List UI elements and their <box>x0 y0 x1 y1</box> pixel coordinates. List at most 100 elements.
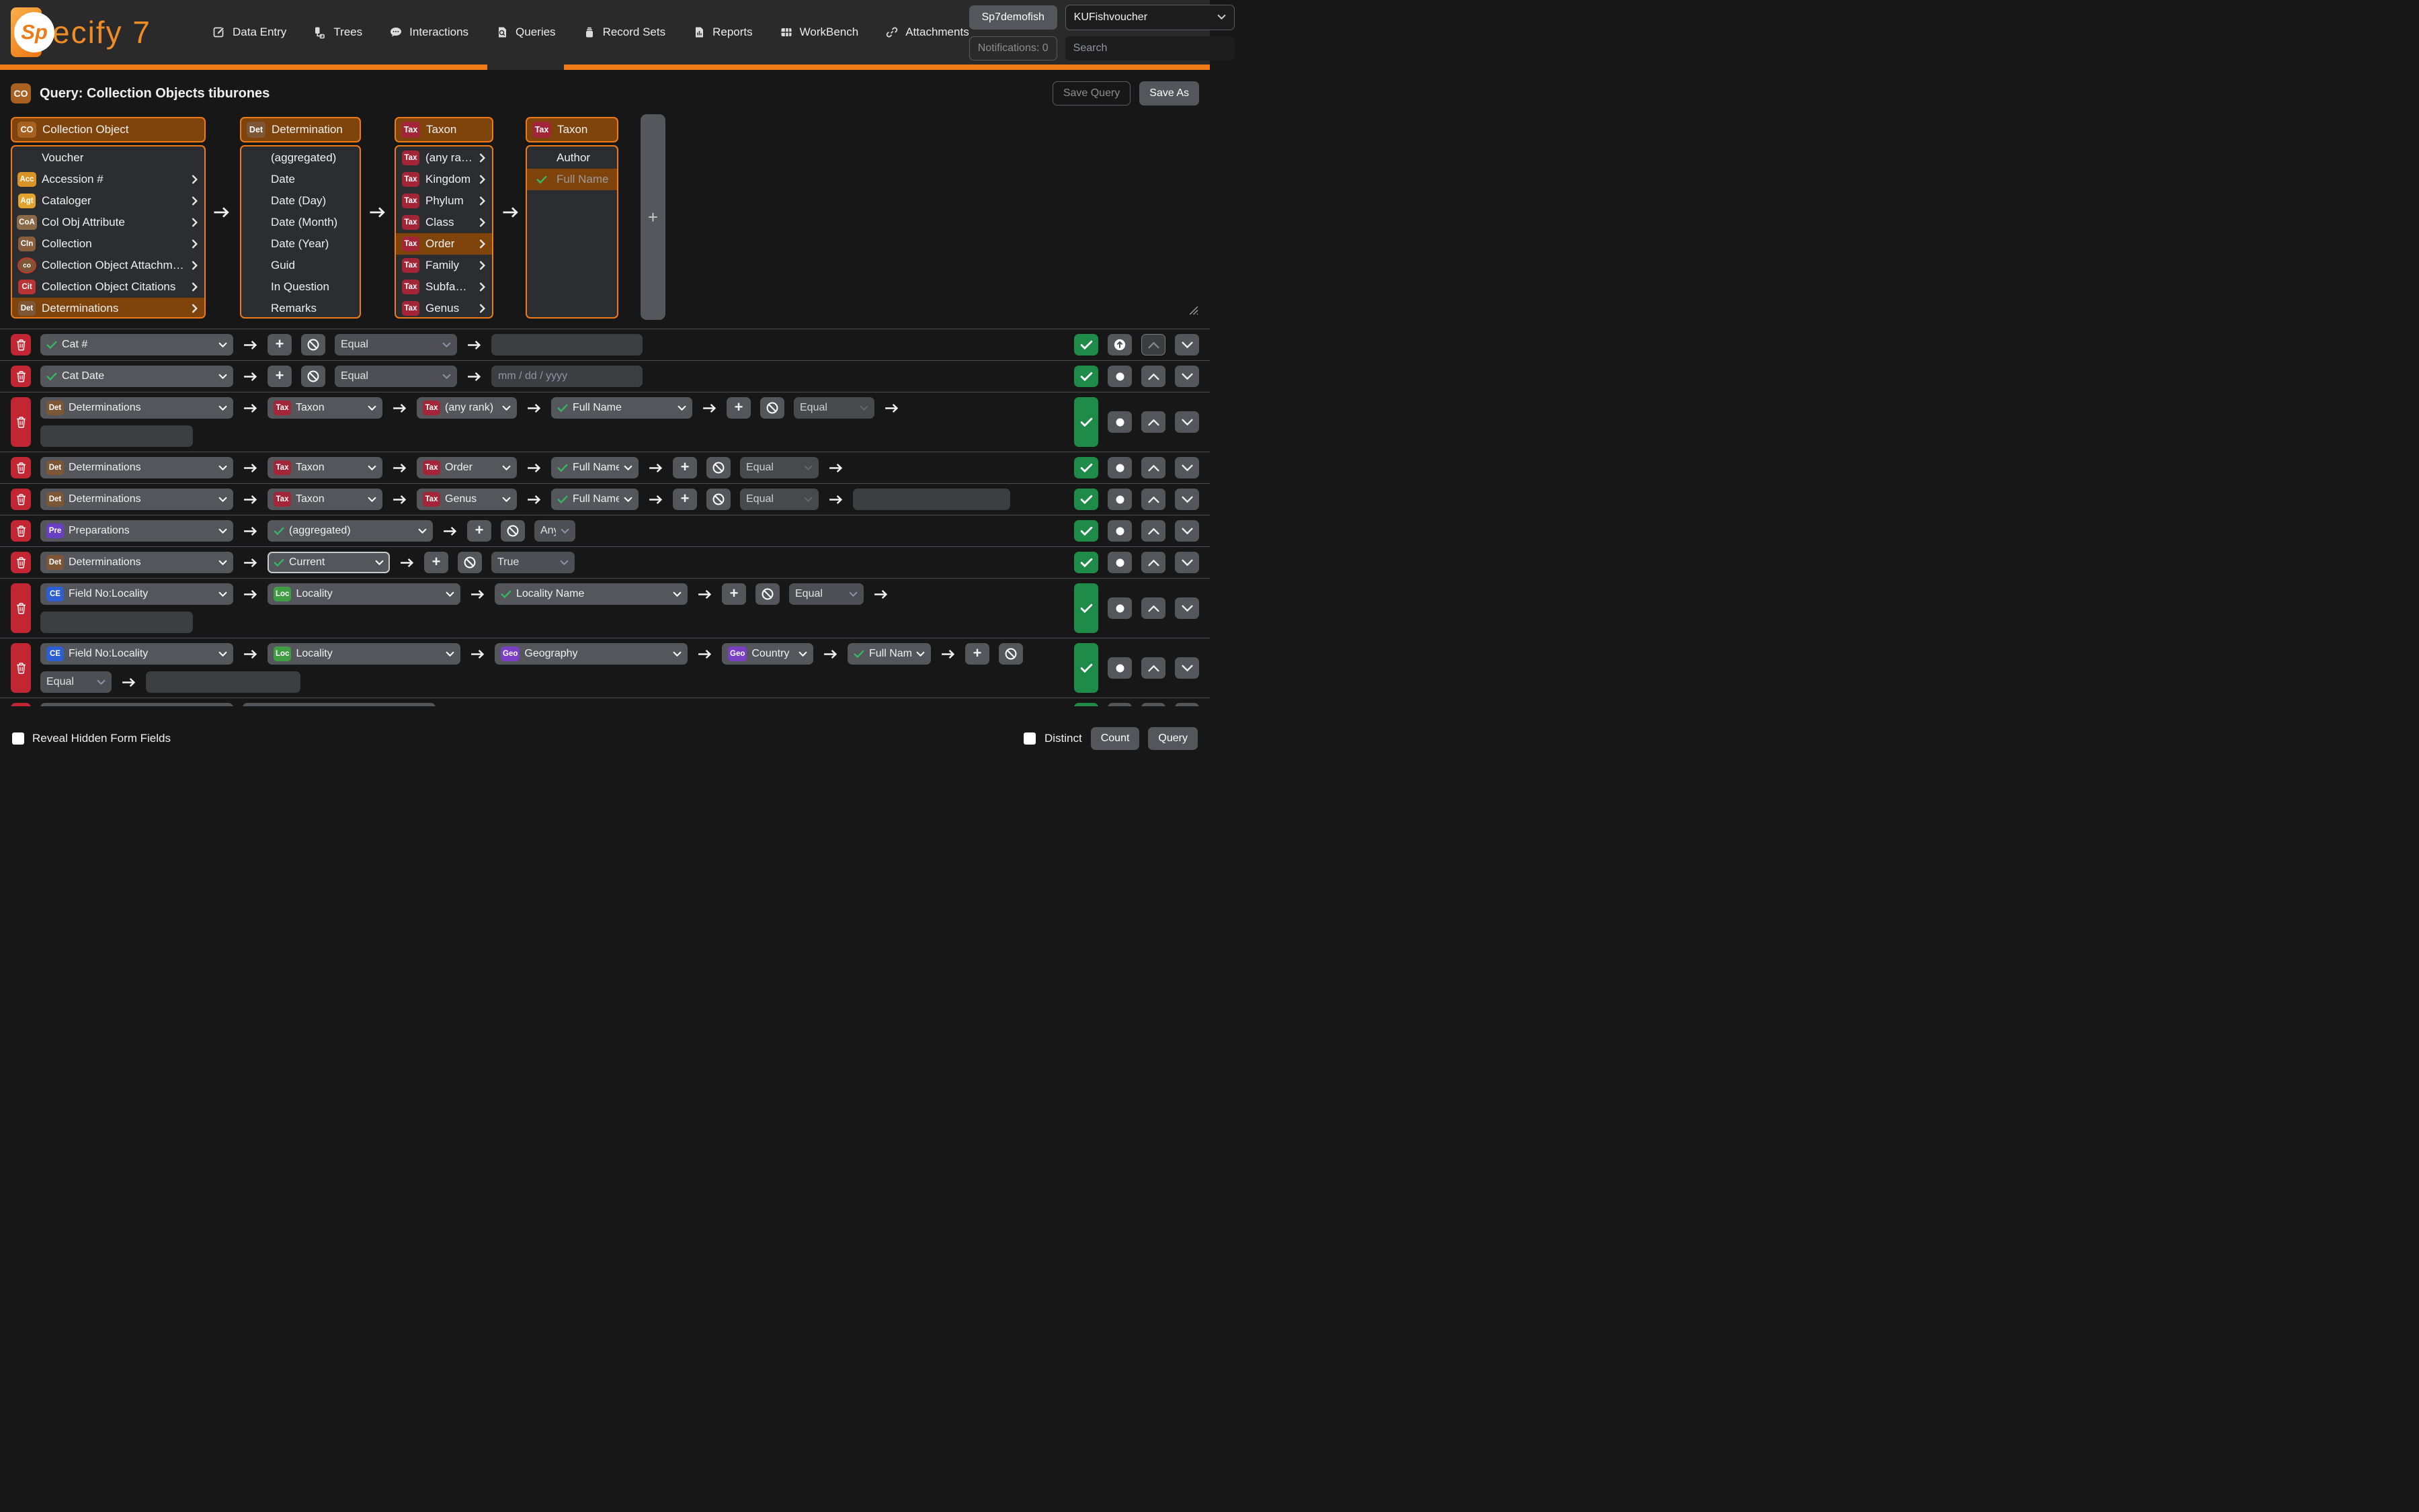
distinct-checkbox[interactable] <box>1024 732 1036 745</box>
move-field-up-button[interactable] <box>1141 657 1165 679</box>
sort-toggle-button[interactable] <box>1108 703 1132 706</box>
nav-item-record-sets[interactable]: Record Sets <box>583 26 666 39</box>
mapper-list-item[interactable]: Tax(any rank) <box>396 147 492 169</box>
express-search-input[interactable] <box>1065 36 1235 60</box>
show-field-button[interactable] <box>1074 457 1098 478</box>
mapper-list-item[interactable]: TaxClass <box>396 212 492 233</box>
mapper-list-item[interactable]: Guid <box>241 255 360 276</box>
field-select[interactable]: Full Name <box>848 643 931 665</box>
delete-field-button[interactable] <box>11 520 31 542</box>
mapper-list-item[interactable]: Full Name <box>527 169 617 190</box>
show-field-button[interactable] <box>1074 489 1098 510</box>
mapper-list-item[interactable]: TaxSubfamily <box>396 276 492 298</box>
add-filter-button[interactable]: + <box>268 334 292 355</box>
show-field-button[interactable] <box>1074 703 1098 706</box>
mapper-list-item[interactable]: DetDeterminations <box>12 298 204 319</box>
field-select[interactable]: Locality Name <box>495 583 688 605</box>
show-field-button[interactable] <box>1074 397 1098 447</box>
delete-field-button[interactable] <box>11 334 31 355</box>
mapper-list-item[interactable]: TaxFamily <box>396 255 492 276</box>
field-select[interactable]: TaxOrder <box>417 457 517 478</box>
nav-item-workbench[interactable]: WorkBench <box>780 26 859 39</box>
move-field-up-button[interactable] <box>1141 597 1165 619</box>
query-button[interactable]: Query <box>1148 727 1198 750</box>
field-select[interactable]: Full Name <box>551 457 639 478</box>
filter-value-input[interactable] <box>146 671 300 693</box>
move-field-down-button[interactable] <box>1175 703 1199 706</box>
negate-filter-button[interactable] <box>301 366 325 387</box>
move-field-down-button[interactable] <box>1175 657 1199 679</box>
nav-item-trees[interactable]: Trees <box>313 26 362 39</box>
field-select[interactable]: DetDeterminations <box>40 457 233 478</box>
add-filter-button[interactable]: + <box>727 397 751 419</box>
mapper-list-item[interactable]: AgtCataloger <box>12 190 204 212</box>
add-filter-button[interactable]: + <box>467 520 491 542</box>
field-select[interactable]: LocLocality <box>268 643 460 665</box>
filter-value-input[interactable] <box>853 489 1010 510</box>
move-field-up-button[interactable] <box>1141 366 1165 387</box>
field-select[interactable]: Full Name <box>551 397 692 419</box>
field-select[interactable]: Tax(any rank) <box>417 397 517 419</box>
move-field-down-button[interactable] <box>1175 520 1199 542</box>
move-field-up-button[interactable] <box>1141 703 1165 706</box>
show-field-button[interactable] <box>1074 552 1098 573</box>
move-field-up-button[interactable] <box>1141 552 1165 573</box>
sort-toggle-button[interactable] <box>1108 334 1132 355</box>
add-filter-button[interactable]: + <box>424 552 448 573</box>
mapper-list-item[interactable]: CitCollection Object Citations <box>12 276 204 298</box>
sort-toggle-button[interactable] <box>1108 552 1132 573</box>
mapper-column-header[interactable]: COCollection Object <box>11 117 206 142</box>
field-select[interactable]: GeoGeography <box>495 643 688 665</box>
collection-select[interactable]: KUFishvoucher <box>1065 5 1235 30</box>
mapper-list-item[interactable]: Date (Year) <box>241 233 360 255</box>
mapper-list-item[interactable]: Date <box>241 169 360 190</box>
negate-filter-button[interactable] <box>501 520 525 542</box>
negate-filter-button[interactable] <box>706 489 731 510</box>
delete-field-button[interactable] <box>11 583 31 633</box>
add-filter-button[interactable]: + <box>722 583 746 605</box>
mapper-list-item[interactable]: TaxOrder <box>396 233 492 255</box>
nav-item-queries[interactable]: Queries <box>495 26 556 39</box>
mapper-list-item[interactable]: coCollection Object Attachments <box>12 255 204 276</box>
sort-toggle-button[interactable] <box>1108 597 1132 619</box>
add-mapping-column-button[interactable]: + <box>641 114 665 320</box>
field-select[interactable]: Full Name <box>551 489 639 510</box>
field-select[interactable]: DetDeterminations <box>40 397 233 419</box>
mapper-list-item[interactable]: Date (Day) <box>241 190 360 212</box>
show-field-button[interactable] <box>1074 334 1098 355</box>
add-filter-button[interactable]: + <box>268 366 292 387</box>
add-filter-button[interactable]: + <box>673 457 697 478</box>
filter-value-input[interactable] <box>491 334 643 355</box>
field-select[interactable]: Cat # <box>40 334 233 355</box>
add-filter-button[interactable]: + <box>965 643 989 665</box>
add-filter-button[interactable]: + <box>673 489 697 510</box>
delete-field-button[interactable] <box>11 366 31 387</box>
field-select[interactable]: LocLocality <box>268 583 460 605</box>
count-button[interactable]: Count <box>1091 727 1140 750</box>
field-select[interactable]: Equal <box>335 366 457 387</box>
show-field-button[interactable] <box>1074 643 1098 693</box>
field-select[interactable]: TaxGenus <box>417 489 517 510</box>
delete-field-button[interactable] <box>11 397 31 447</box>
mapper-list-item[interactable]: (aggregated) <box>241 147 360 169</box>
field-select[interactable]: PrePreparations <box>40 520 233 542</box>
mapper-list-item[interactable]: TaxGenus <box>396 298 492 319</box>
sort-toggle-button[interactable] <box>1108 457 1132 478</box>
move-field-down-button[interactable] <box>1175 411 1199 433</box>
delete-field-button[interactable] <box>11 703 31 706</box>
specify-logo[interactable]: Sp ecify 7 <box>11 7 212 57</box>
mapper-column-header[interactable]: DetDetermination <box>240 117 361 142</box>
move-field-down-button[interactable] <box>1175 457 1199 478</box>
sort-toggle-button[interactable] <box>1108 366 1132 387</box>
field-select[interactable]: Equal <box>335 334 457 355</box>
move-field-up-button[interactable] <box>1141 334 1165 355</box>
show-field-button[interactable] <box>1074 583 1098 633</box>
nav-item-interactions[interactable]: Interactions <box>389 26 468 39</box>
mapper-list-item[interactable]: CInCollection <box>12 233 204 255</box>
negate-filter-button[interactable] <box>458 552 482 573</box>
field-select[interactable]: Equal <box>40 671 112 693</box>
mapper-list-item[interactable]: Author <box>527 147 617 169</box>
user-button[interactable]: Sp7demofish <box>969 5 1057 30</box>
filter-value-input[interactable] <box>40 612 193 633</box>
filter-value-input[interactable] <box>40 425 193 447</box>
